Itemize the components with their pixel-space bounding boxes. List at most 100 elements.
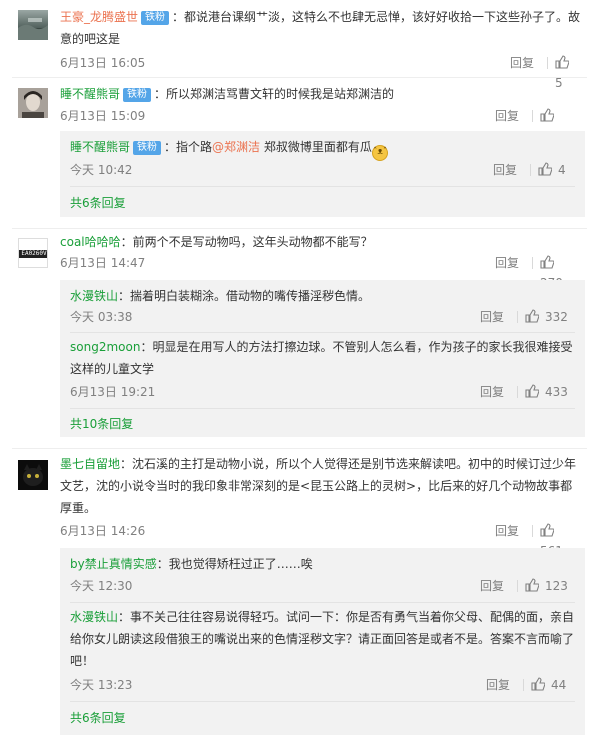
- like-button[interactable]: 123: [525, 576, 568, 596]
- comment-text: coal哈哈哈：前两个不是写动物吗，这年头动物都不能写？: [60, 235, 373, 249]
- divider: [532, 110, 533, 122]
- comment-username[interactable]: 王豪_龙腾盛世: [60, 10, 138, 24]
- comment-item: EA0260V coal哈哈哈：前两个不是写动物吗，这年头动物都不能写？ 6月1…: [0, 228, 595, 448]
- avatar[interactable]: EA0260V: [18, 238, 48, 268]
- show-more-replies[interactable]: 共6条回复: [70, 708, 126, 728]
- avatar[interactable]: [18, 88, 48, 118]
- divider: [530, 164, 531, 176]
- divider: [532, 257, 533, 269]
- reply-button[interactable]: 回复: [480, 382, 504, 402]
- comment-time: 6月13日 14:26: [60, 524, 146, 538]
- divider: [547, 57, 548, 69]
- reply-body: 明显是在用写人的方法打擦边球。不管别人怎么看，作为孩子的家长我很难接受这样的儿童…: [70, 340, 573, 376]
- show-more-replies[interactable]: 共10条回复: [70, 414, 133, 434]
- reply-time: 今天 03:38: [70, 310, 133, 324]
- reply-username[interactable]: by禁止真情实感: [70, 557, 157, 571]
- reply-button[interactable]: 回复: [495, 253, 519, 273]
- divider: [532, 525, 533, 537]
- avatar-label: EA0260V: [19, 250, 47, 258]
- like-button[interactable]: 332: [525, 307, 568, 327]
- divider: [523, 679, 524, 691]
- reply-meta: 今天 10:42 回复 4: [70, 160, 575, 180]
- reply-text: 水漫铁山：事不关己往往容易说得轻巧。试问一下：你是否有勇气当着你父母、配偶的面，…: [70, 610, 575, 668]
- divider: [517, 580, 518, 592]
- avatar[interactable]: [18, 10, 48, 40]
- like-count: 4: [558, 163, 566, 177]
- comment-meta: 6月13日 15:09 回复 807: [60, 106, 581, 143]
- like-count: 123: [545, 579, 568, 593]
- show-more-replies[interactable]: 共6条回复: [70, 193, 126, 213]
- comment-username[interactable]: 墨七自留地: [60, 457, 120, 471]
- thumbs-up-icon: [555, 55, 569, 69]
- reply-username[interactable]: song2moon: [70, 340, 140, 354]
- reply-button[interactable]: 回复: [510, 53, 534, 73]
- comment-text: 墨七自留地：沈石溪的主打是动物小说，所以个人觉得还是别节选来解读吧。初中的时候订…: [60, 457, 577, 515]
- divider: [70, 602, 575, 603]
- reply-body: 指个路: [176, 140, 213, 154]
- avatar[interactable]: [18, 460, 48, 490]
- reply-username[interactable]: 水漫铁山: [70, 610, 118, 624]
- divider: [517, 311, 518, 323]
- thumbs-up-icon: [540, 523, 554, 537]
- avatar-cat-icon: [18, 460, 48, 490]
- reply-meta: 今天 13:23 回复 44: [70, 675, 575, 695]
- reply-list: 睡不醒熊哥 铁粉 ：指个路@郑渊洁 郑叔微博里面都有瓜ˆᴥˆ 今天 10:42 回复…: [60, 131, 585, 217]
- divider: [517, 386, 518, 398]
- like-count: 44: [551, 678, 567, 692]
- reply-button[interactable]: 回复: [495, 106, 519, 126]
- fan-badge[interactable]: 铁粉: [133, 141, 162, 155]
- comment-time: 6月13日 16:05: [60, 56, 146, 70]
- comment-meta: 6月13日 16:05 回复 5: [60, 53, 581, 90]
- reply-username[interactable]: 睡不醒熊哥: [70, 140, 130, 154]
- comment-item: 墨七自留地：沈石溪的主打是动物小说，所以个人觉得还是别节选来解读吧。初中的时候订…: [0, 448, 595, 735]
- reply-list: 水漫铁山：揣着明白装糊涂。借动物的嘴传播淫秽色情。 今天 03:38 回复 33…: [60, 280, 585, 437]
- divider: [70, 332, 575, 333]
- reply-text: song2moon：明显是在用写人的方法打擦边球。不管别人怎么看，作为孩子的家长…: [70, 340, 573, 376]
- reply-button[interactable]: 回复: [480, 576, 504, 596]
- reply-button[interactable]: 回复: [486, 675, 510, 695]
- comment-meta: 6月13日 14:26 回复 561: [60, 521, 581, 558]
- avatar-portrait-icon: [18, 88, 48, 118]
- divider: [70, 408, 575, 409]
- comment-body: 所以郑渊洁骂曹文轩的时候我是站郑渊洁的: [166, 87, 395, 101]
- reply-body-tail: 郑叔微博里面都有瓜: [260, 140, 372, 154]
- like-button[interactable]: 433: [525, 382, 568, 402]
- thumbs-up-icon: [531, 677, 545, 691]
- reply-text: 水漫铁山：揣着明白装糊涂。借动物的嘴传播淫秽色情。: [70, 289, 371, 303]
- comment-text: 王豪_龙腾盛世 铁粉 ：都说港台课纲艹淡，这特么不也肆无忌惮，该好好收拾一下这些孙子…: [60, 10, 581, 46]
- comment-body: 前两个不是写动物吗，这年头动物都不能写？: [132, 235, 373, 249]
- comment-time: 6月13日 14:47: [60, 256, 146, 270]
- reply-text: by禁止真情实感：我也觉得矫枉过正了……唉: [70, 557, 313, 571]
- reply-text: 睡不醒熊哥 铁粉 ：指个路@郑渊洁 郑叔微博里面都有瓜ˆᴥˆ: [70, 136, 575, 161]
- thumbs-up-icon: [540, 255, 554, 269]
- comment-body: 沈石溪的主打是动物小说，所以个人觉得还是别节选来解读吧。初中的时候订过少年文艺，…: [60, 457, 577, 515]
- reply-button[interactable]: 回复: [480, 307, 504, 327]
- mention-link[interactable]: @郑渊洁: [212, 140, 260, 154]
- like-button[interactable]: 4: [538, 160, 566, 180]
- reply-time: 今天 13:23: [70, 678, 133, 692]
- comment-text: 睡不醒熊哥 铁粉 ：所以郑渊洁骂曹文轩的时候我是站郑渊洁的: [60, 87, 395, 102]
- thumbs-up-icon: [540, 108, 554, 122]
- reply-body: 事不关己往往容易说得轻巧。试问一下：你是否有勇气当着你父母、配偶的面，亲自给你女…: [70, 610, 575, 668]
- divider: [70, 701, 575, 702]
- reply-meta: 今天 12:30 回复 123: [70, 576, 575, 596]
- like-button[interactable]: 44: [531, 675, 566, 695]
- comment-username[interactable]: coal哈哈哈: [60, 235, 121, 249]
- comment-username[interactable]: 睡不醒熊哥: [60, 87, 120, 101]
- reply-time: 今天 12:30: [70, 579, 133, 593]
- thumbs-up-icon: [538, 162, 552, 176]
- comment-item: 睡不醒熊哥 铁粉 ：所以郑渊洁骂曹文轩的时候我是站郑渊洁的 6月13日 15:09 …: [0, 78, 595, 228]
- comment-item: 王豪_龙腾盛世 铁粉 ：都说港台课纲艹淡，这特么不也肆无忌惮，该好好收拾一下这些孙子…: [0, 0, 595, 90]
- avatar-landscape-icon: [18, 18, 48, 40]
- comment-meta: 6月13日 14:47 回复 270: [60, 253, 581, 290]
- reply-time: 今天 10:42: [70, 163, 133, 177]
- reply-meta: 今天 03:38 回复 332: [70, 307, 575, 327]
- like-count: 433: [545, 385, 568, 399]
- fan-badge[interactable]: 铁粉: [123, 88, 152, 102]
- fan-badge[interactable]: 铁粉: [141, 11, 170, 25]
- reply-button[interactable]: 回复: [495, 521, 519, 541]
- comment-time: 6月13日 15:09: [60, 109, 146, 123]
- reply-button[interactable]: 回复: [493, 160, 517, 180]
- reply-username[interactable]: 水漫铁山: [70, 289, 118, 303]
- cat-emoji-icon: ˆᴥˆ: [371, 145, 388, 161]
